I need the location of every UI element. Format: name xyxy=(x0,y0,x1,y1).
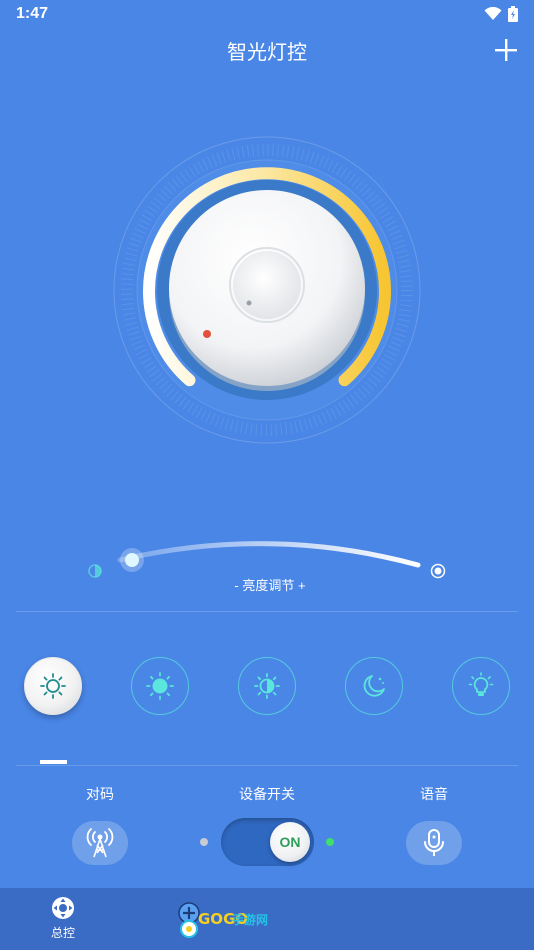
voice-button[interactable] xyxy=(406,821,462,865)
bulb-icon xyxy=(468,672,494,696)
plus-icon xyxy=(495,39,517,61)
status-bar: 1:47 xyxy=(0,0,534,28)
control-labels: 对码 设备开关 语音 xyxy=(0,784,534,804)
mode-row xyxy=(24,657,510,717)
sun-bright-icon xyxy=(146,672,174,700)
divider-top xyxy=(16,611,518,612)
slider-thumb[interactable] xyxy=(120,548,144,572)
power-label: 设备开关 xyxy=(239,786,295,802)
control-pad-icon xyxy=(52,897,74,919)
watermark-logo: GOGO 手游网 xyxy=(172,898,292,942)
page-title: 智光灯控 xyxy=(227,41,307,64)
mode-button-2[interactable] xyxy=(131,657,189,715)
title-bar: 智光灯控 xyxy=(0,30,534,70)
add-button[interactable] xyxy=(492,36,520,64)
divider-bottom xyxy=(16,765,518,766)
moon-icon xyxy=(363,675,385,697)
watermark-suffix: 手游网 xyxy=(232,913,269,927)
mode-indicator xyxy=(40,760,67,764)
mode-button-5[interactable] xyxy=(452,657,510,715)
power-toggle-knob: ON xyxy=(270,822,310,862)
sun-dim-icon xyxy=(254,673,280,699)
pair-button[interactable] xyxy=(72,821,128,865)
mode-button-1[interactable] xyxy=(24,657,82,715)
power-toggle[interactable]: ON xyxy=(221,818,314,866)
nav-item-master-control[interactable]: 总控 xyxy=(33,896,93,944)
off-indicator-dot xyxy=(200,838,208,846)
battery-icon xyxy=(508,6,518,22)
on-indicator-dot xyxy=(326,838,334,846)
microphone-icon xyxy=(424,829,444,856)
wifi-icon xyxy=(484,7,502,20)
mode-button-3[interactable] xyxy=(238,657,296,715)
mode-button-4[interactable] xyxy=(345,657,403,715)
sun-outline-icon xyxy=(40,673,66,699)
pair-label: 对码 xyxy=(86,786,114,802)
status-icons xyxy=(484,6,518,22)
controls-row: ON xyxy=(0,818,534,868)
nav-label-master-control: 总控 xyxy=(50,926,75,940)
status-time: 1:47 xyxy=(16,5,49,22)
brightness-label: - 亮度调节 + xyxy=(234,578,306,593)
antenna-icon xyxy=(86,828,114,858)
voice-label: 语音 xyxy=(420,786,448,802)
brightness-dial[interactable] xyxy=(112,135,422,445)
brightness-slider[interactable]: - 亮度调节 + xyxy=(80,530,460,600)
